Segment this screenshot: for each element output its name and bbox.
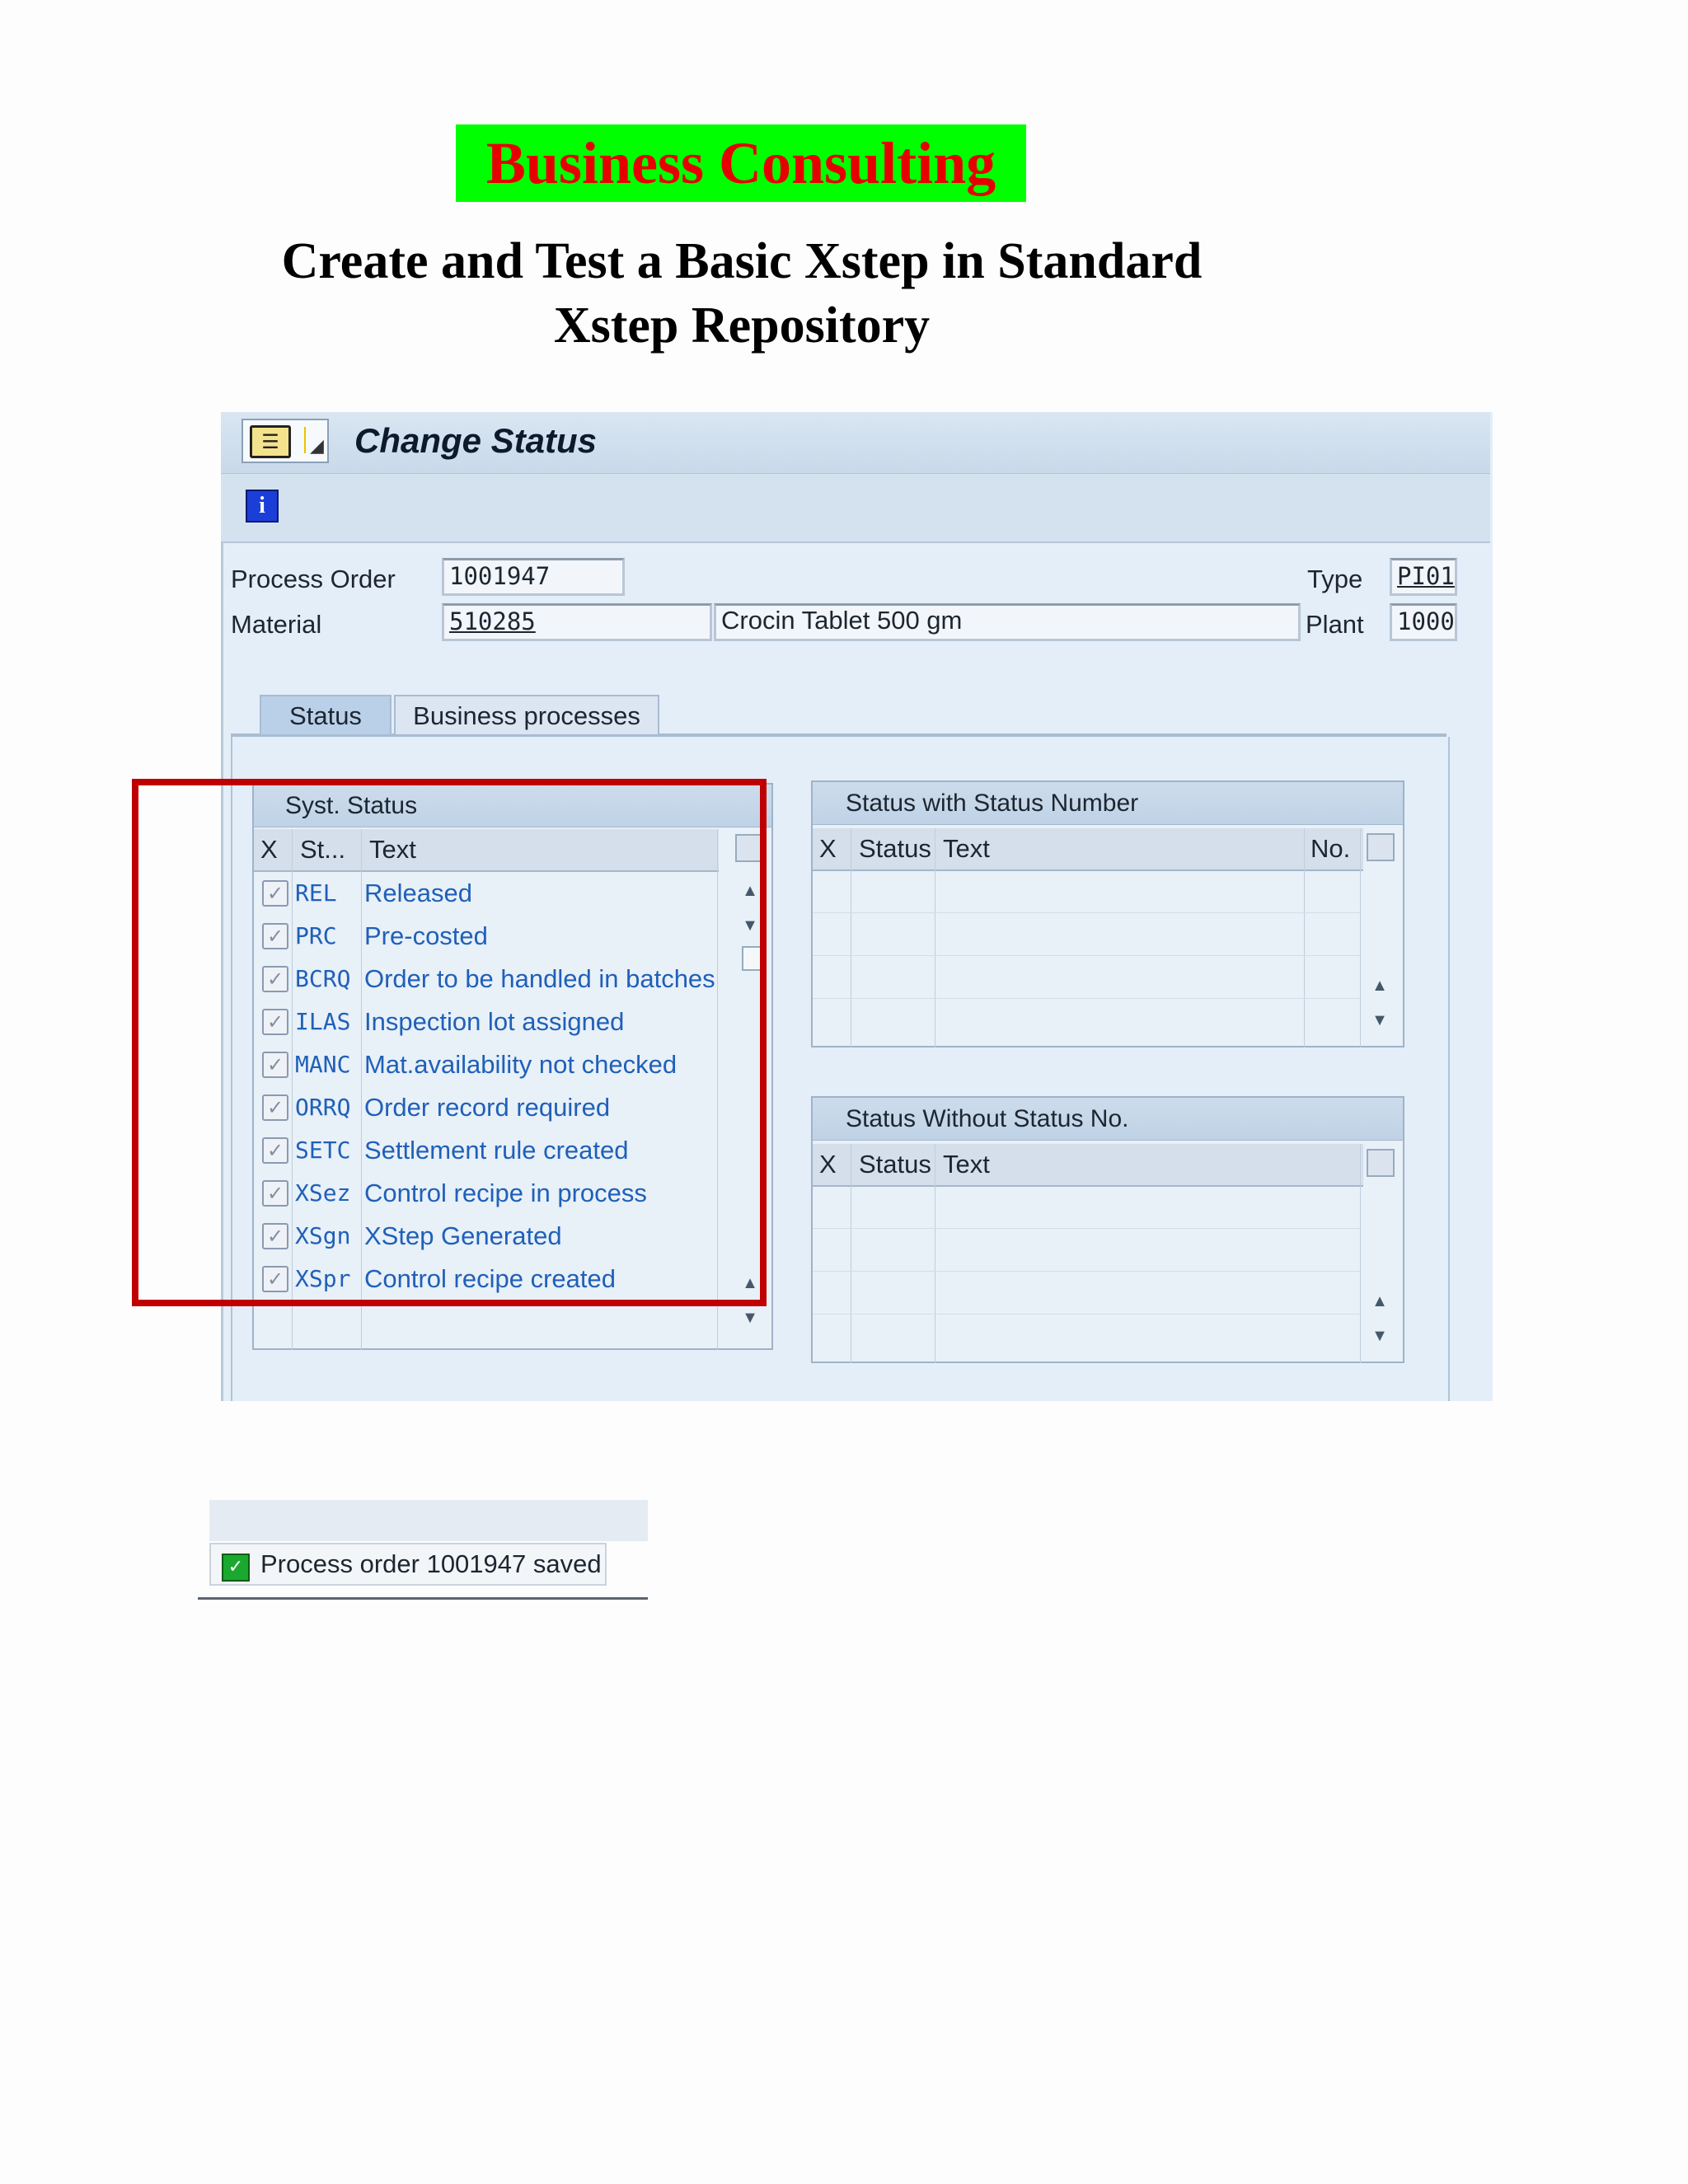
type-field[interactable]: PI01: [1390, 558, 1457, 596]
tab-status[interactable]: Status: [260, 695, 392, 734]
column-settings-button[interactable]: [1367, 1149, 1395, 1177]
row-divider: [813, 998, 1360, 999]
scroll-down-icon[interactable]: ▼: [1365, 1322, 1395, 1350]
document-title-line-1: Create and Test a Basic Xstep in Standar…: [281, 233, 1203, 289]
status-without-number-group: Status Without Status No. X Status Text …: [811, 1096, 1404, 1363]
row-divider: [813, 955, 1360, 956]
status-bar-background: [209, 1500, 648, 1541]
material-label: Material: [231, 610, 322, 639]
menu-separator: [304, 427, 306, 453]
column-settings-button[interactable]: [1367, 833, 1395, 861]
highlight-box: [132, 779, 767, 1306]
application-toolbar: [221, 474, 1490, 543]
status-with-number-group: Status with Status Number X Status Text …: [811, 780, 1404, 1047]
col-number[interactable]: No.: [1311, 828, 1350, 869]
material-description-field[interactable]: Crocin Tablet 500 gm: [714, 603, 1301, 641]
screen-menu-button[interactable]: ☰ ◢: [241, 419, 329, 463]
status-bar-underline: [198, 1597, 648, 1600]
status-with-number-header: X Status Text No.: [813, 828, 1363, 871]
screen-menu-icon: ☰: [250, 425, 291, 458]
col-x: X: [819, 834, 837, 863]
screen-title: Change Status: [354, 421, 598, 460]
col-text[interactable]: Text: [943, 1144, 990, 1185]
tab-business-processes[interactable]: Business processes: [394, 695, 659, 734]
document-title: Create and Test a Basic Xstep in Standar…: [165, 229, 1319, 358]
table-row-empty: [254, 1301, 717, 1343]
scroll-down-icon[interactable]: ▼: [735, 1304, 765, 1332]
col-status[interactable]: Status: [859, 1144, 931, 1185]
divider: [1304, 828, 1305, 1047]
brand-banner: Business Consulting: [456, 124, 1026, 202]
scroll-down-icon[interactable]: ▼: [1365, 1006, 1395, 1034]
col-x: X: [819, 1150, 837, 1179]
info-icon[interactable]: i: [246, 490, 279, 523]
success-check-icon: ✓: [222, 1554, 250, 1582]
scroll-up-icon[interactable]: ▲: [1365, 1287, 1395, 1315]
divider: [1360, 1144, 1361, 1363]
row-divider: [813, 1271, 1360, 1272]
row-divider: [813, 912, 1360, 913]
status-with-number-title: Status with Status Number: [813, 782, 1403, 825]
divider: [1360, 828, 1361, 1047]
col-status[interactable]: Status: [859, 828, 931, 869]
row-divider: [813, 1228, 1360, 1229]
process-order-label: Process Order: [231, 565, 396, 593]
status-without-number-header: X Status Text: [813, 1144, 1363, 1187]
row-divider: [813, 1314, 1360, 1315]
col-text[interactable]: Text: [943, 828, 990, 869]
type-label: Type: [1307, 565, 1363, 593]
document-title-line-2: Xstep Repository: [553, 298, 931, 354]
process-order-field[interactable]: 1001947: [442, 558, 625, 596]
plant-label: Plant: [1306, 610, 1364, 639]
material-field[interactable]: 510285: [442, 603, 712, 641]
chevron-down-icon[interactable]: ◢: [310, 435, 324, 457]
status-without-number-title: Status Without Status No.: [813, 1098, 1403, 1141]
scroll-up-icon[interactable]: ▲: [1365, 972, 1395, 1000]
plant-field[interactable]: 1000: [1390, 603, 1457, 641]
status-message[interactable]: Process order 1001947 saved: [260, 1546, 602, 1582]
